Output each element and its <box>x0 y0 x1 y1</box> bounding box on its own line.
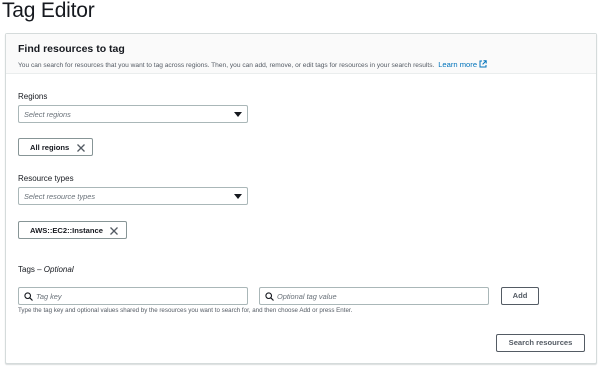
tags-label: Tags – Optional <box>18 265 74 274</box>
learn-more-link[interactable]: Learn more <box>438 60 487 69</box>
regions-select[interactable]: Select regions <box>18 105 248 123</box>
panel-description-text: You can search for resources that you wa… <box>18 62 435 69</box>
tag-key-input[interactable]: Tag key <box>18 287 248 305</box>
tag-value-input[interactable]: Optional tag value <box>259 287 489 305</box>
close-icon[interactable] <box>109 226 119 236</box>
panel-header: Find resources to tag You can search for… <box>6 34 596 74</box>
page-title: Tag Editor <box>2 0 95 22</box>
find-resources-panel: Find resources to tag You can search for… <box>5 33 597 364</box>
tags-hint: Type the tag key and optional values sha… <box>18 307 353 314</box>
region-token: All regions <box>18 138 93 156</box>
resource-type-token: AWS::EC2::Instance <box>18 221 127 239</box>
add-button[interactable]: Add <box>501 287 539 305</box>
region-token-label: All regions <box>30 143 70 152</box>
tags-label-text: Tags – <box>18 265 44 274</box>
search-resources-button[interactable]: Search resources <box>496 334 585 352</box>
search-icon <box>24 292 33 301</box>
resource-types-select[interactable]: Select resource types <box>18 187 248 205</box>
panel-heading: Find resources to tag <box>18 43 125 55</box>
external-link-icon <box>479 60 487 68</box>
close-icon[interactable] <box>76 143 86 153</box>
learn-more-label: Learn more <box>438 60 478 69</box>
regions-label: Regions <box>18 92 48 101</box>
resource-types-placeholder: Select resource types <box>24 192 96 201</box>
search-icon <box>265 292 274 301</box>
caret-down-icon <box>234 112 242 117</box>
panel-description: You can search for resources that you wa… <box>18 60 487 69</box>
regions-placeholder: Select regions <box>24 110 71 119</box>
resource-type-token-label: AWS::EC2::Instance <box>30 226 103 235</box>
caret-down-icon <box>234 194 242 199</box>
tags-optional-label: Optional <box>43 265 74 274</box>
tag-key-placeholder: Tag key <box>36 292 62 301</box>
tag-value-placeholder: Optional tag value <box>277 292 337 301</box>
resource-types-label: Resource types <box>18 174 74 183</box>
